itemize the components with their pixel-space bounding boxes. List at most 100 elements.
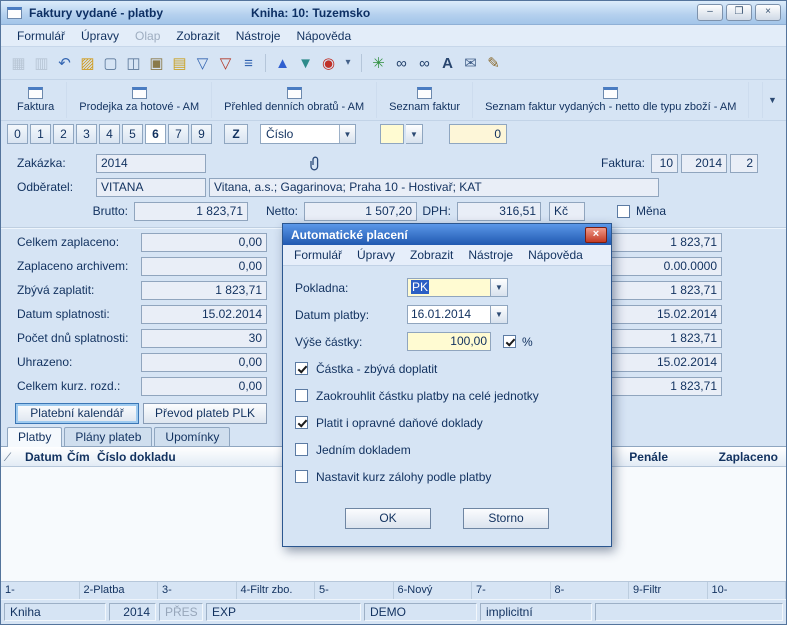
action-seznam-faktur[interactable]: Seznam faktur <box>377 82 473 118</box>
payment-right-field[interactable]: 1 823,71 <box>602 377 722 396</box>
journal-icon[interactable]: ✎ <box>485 56 502 71</box>
fkey-4[interactable]: 4-Filtr zbo. <box>237 582 316 599</box>
arrow-down-icon[interactable]: ▼ <box>297 56 314 71</box>
netto-field[interactable]: 1 507,20 <box>304 202 417 221</box>
dph-field[interactable]: 316,51 <box>457 202 541 221</box>
filter-icon[interactable]: ▽ <box>194 56 211 71</box>
dialog-menu-napoveda[interactable]: Nápověda <box>528 248 583 262</box>
column-zaplaceno[interactable]: Zaplaceno <box>668 450 778 464</box>
notes-icon[interactable]: ▤ <box>171 56 188 71</box>
book-tab-1[interactable]: 1 <box>30 124 51 144</box>
dialog-menu-upravy[interactable]: Úpravy <box>357 248 395 262</box>
odberatel-name-field[interactable]: Vitana, a.s.; Gagarinova; Praha 10 - Hos… <box>209 178 659 197</box>
save-icon[interactable]: ▦ <box>10 56 27 71</box>
zakazka-field[interactable]: 2014 <box>96 154 206 173</box>
storno-button[interactable]: Storno <box>463 508 549 529</box>
menu-upravy[interactable]: Úpravy <box>73 27 127 45</box>
book-tab-3[interactable]: 3 <box>76 124 97 144</box>
menu-formular[interactable]: Formulář <box>9 27 73 45</box>
paste-icon[interactable]: ▣ <box>148 56 165 71</box>
book-tab-5[interactable]: 5 <box>122 124 143 144</box>
tab-plany-plateb[interactable]: Plány plateb <box>64 427 152 446</box>
minimize-button[interactable]: – <box>697 4 723 21</box>
book-tab-6[interactable]: 6 <box>145 124 166 144</box>
close-button[interactable]: × <box>755 4 781 21</box>
payment-right-field[interactable]: 0.00.0000 <box>602 257 722 276</box>
book-tab-2[interactable]: 2 <box>53 124 74 144</box>
dialog-menu-nastroje[interactable]: Nástroje <box>468 248 513 262</box>
book-tab-0[interactable]: 0 <box>7 124 28 144</box>
faktura-number-field[interactable]: 2 <box>730 154 758 173</box>
percent-checkbox[interactable] <box>503 335 516 348</box>
payment-row-field[interactable]: 15.02.2014 <box>141 305 267 324</box>
fkey-10[interactable]: 10- <box>708 582 787 599</box>
ok-button[interactable]: OK <box>345 508 431 529</box>
column-datum[interactable]: Datum <box>25 450 67 464</box>
chevron-down-icon[interactable]: ▼ <box>406 124 423 144</box>
action-seznam-netto[interactable]: Seznam faktur vydaných - netto dle typu … <box>473 82 749 118</box>
column-cim[interactable]: Čím <box>67 450 97 464</box>
search-icon[interactable]: ∞ <box>393 56 410 71</box>
payment-row-field[interactable]: 0,00 <box>141 377 267 396</box>
chevron-down-icon[interactable]: ▼ <box>339 125 355 143</box>
payment-right-field[interactable]: 1 823,71 <box>602 281 722 300</box>
tab-platby[interactable]: Platby <box>7 427 62 447</box>
fkey-3[interactable]: 3- <box>158 582 237 599</box>
mena-checkbox[interactable] <box>617 205 630 218</box>
save-all-icon[interactable]: ▥ <box>33 56 50 71</box>
z-button[interactable]: Z <box>224 124 248 144</box>
book-tab-7[interactable]: 7 <box>168 124 189 144</box>
payment-right-field[interactable]: 15.02.2014 <box>602 353 722 372</box>
quick-filter-input[interactable] <box>380 124 404 144</box>
sort-combobox[interactable]: Číslo ▼ <box>260 124 356 144</box>
datum-platby-field[interactable]: 16.01.2014 <box>407 305 491 324</box>
jednim-dokladem-checkbox[interactable] <box>295 443 308 456</box>
fkey-1[interactable]: 1- <box>1 582 80 599</box>
nastavit-kurz-checkbox[interactable] <box>295 470 308 483</box>
layers-icon[interactable]: ≡ <box>240 56 257 71</box>
refresh-icon[interactable]: ✳ <box>370 56 387 71</box>
menu-zobrazit[interactable]: Zobrazit <box>168 27 227 45</box>
currency-field[interactable]: Kč <box>549 202 585 221</box>
menu-napoveda[interactable]: Nápověda <box>288 27 359 45</box>
book-tab-9[interactable]: 9 <box>191 124 212 144</box>
arrow-up-icon[interactable]: ▲ <box>274 56 291 71</box>
payment-row-field[interactable]: 0,00 <box>141 353 267 372</box>
chevron-down-icon[interactable]: ▼ <box>762 82 782 118</box>
fkey-9[interactable]: 9-Filtr <box>629 582 708 599</box>
mail-icon[interactable]: ✉ <box>462 56 479 71</box>
payment-row-field[interactable]: 30 <box>141 329 267 348</box>
chevron-down-icon[interactable]: ▼ <box>491 278 508 297</box>
platebni-kalendar-button[interactable]: Platební kalendář <box>15 403 139 424</box>
platit-opravne-checkbox[interactable] <box>295 416 308 429</box>
pokladna-field[interactable]: PK <box>407 278 491 297</box>
undo-icon[interactable]: ↶ <box>56 56 73 71</box>
zaokrouhlit-checkbox[interactable] <box>295 389 308 402</box>
replace-icon[interactable]: A <box>439 56 456 71</box>
payment-right-field[interactable]: 1 823,71 <box>602 329 722 348</box>
faktura-book-field[interactable]: 10 <box>651 154 678 173</box>
odberatel-code-field[interactable]: VITANA <box>96 178 206 197</box>
payment-row-field[interactable]: 0,00 <box>141 233 267 252</box>
chevron-down-icon[interactable]: ▼ <box>491 305 508 324</box>
brutto-field[interactable]: 1 823,71 <box>134 202 248 221</box>
fkey-8[interactable]: 8- <box>551 582 630 599</box>
action-faktura[interactable]: Faktura <box>5 82 67 118</box>
copy-icon[interactable]: ◫ <box>125 56 142 71</box>
fkey-5[interactable]: 5- <box>315 582 394 599</box>
record-count-field[interactable]: 0 <box>449 124 507 144</box>
prevod-plateb-button[interactable]: Převod plateb PLK <box>143 403 267 424</box>
new-document-icon[interactable]: ▢ <box>102 56 119 71</box>
action-prodejka[interactable]: Prodejka za hotové - AM <box>67 82 212 118</box>
target-icon[interactable]: ◉ <box>320 56 337 71</box>
filter-advanced-icon[interactable]: ▽ <box>217 56 234 71</box>
payment-row-field[interactable]: 0,00 <box>141 257 267 276</box>
dialog-menu-zobrazit[interactable]: Zobrazit <box>410 248 453 262</box>
paperclip-icon[interactable] <box>306 154 324 172</box>
payment-row-field[interactable]: 1 823,71 <box>141 281 267 300</box>
dialog-menu-formular[interactable]: Formulář <box>294 248 342 262</box>
open-folder-icon[interactable]: ▨ <box>79 56 96 71</box>
fkey-6[interactable]: 6-Nový <box>394 582 473 599</box>
dialog-close-button[interactable]: × <box>585 227 607 243</box>
search-next-icon[interactable]: ∞ <box>416 56 433 71</box>
